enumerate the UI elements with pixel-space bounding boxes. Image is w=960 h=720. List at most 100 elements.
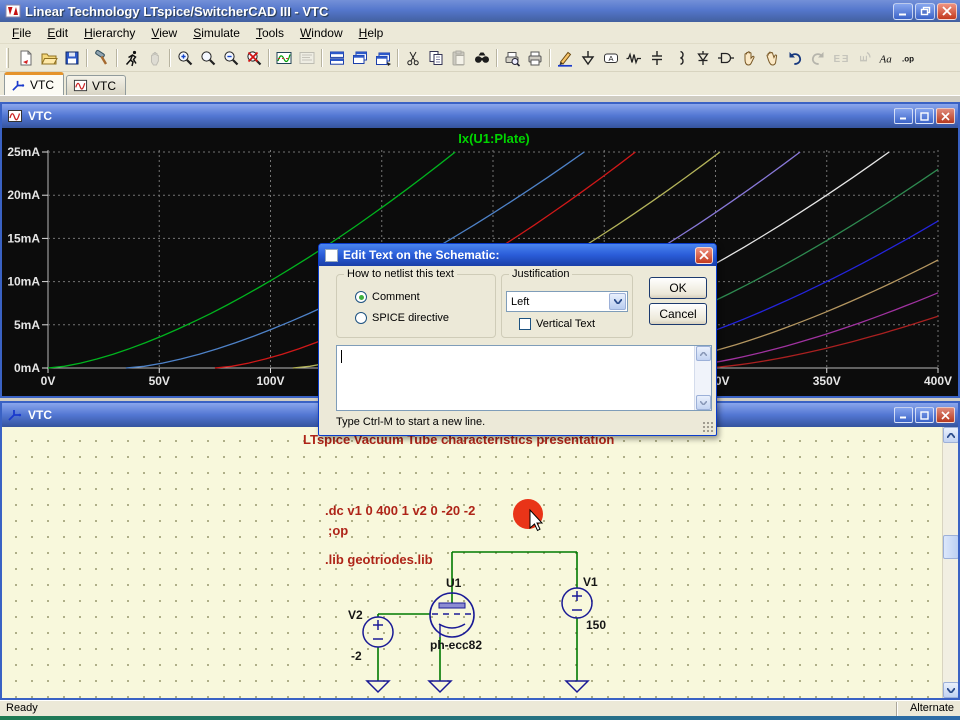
u1-ref-label[interactable]: U1 (446, 576, 462, 590)
ltspice-logo-icon (5, 3, 21, 19)
cancel-button[interactable]: Cancel (649, 303, 707, 325)
place-resistor-button[interactable] (622, 47, 645, 69)
place-inductor-button[interactable] (668, 47, 691, 69)
schematic-maximize-button[interactable] (915, 407, 934, 423)
tab-waveform-vtc[interactable]: VTC (66, 75, 126, 95)
tab-schematic-vtc[interactable]: VTC (4, 72, 64, 95)
vertical-text-checkbox[interactable]: Vertical Text (519, 318, 595, 330)
menu-item-file[interactable]: File (4, 24, 39, 42)
schematic-canvas[interactable]: LTspice Vacuum Tube characteristics pres… (2, 427, 942, 698)
menu-item-simulate[interactable]: Simulate (185, 24, 248, 42)
u1-value-label[interactable]: ph-ecc82 (430, 638, 482, 652)
spice-directive-icon: .op (902, 54, 914, 63)
minimize-button[interactable] (893, 2, 913, 20)
textarea-scrollbar[interactable] (694, 346, 711, 410)
toolbar-grip[interactable] (6, 47, 9, 68)
v2-value-label[interactable]: -2 (351, 649, 362, 663)
place-diode-button[interactable] (691, 47, 714, 69)
zoom-in-button[interactable] (173, 47, 196, 69)
waveform-pane-button[interactable] (272, 47, 295, 69)
arrange-windows-button[interactable] (371, 47, 394, 69)
cascade-windows-button[interactable] (348, 47, 371, 69)
vertical-text-box[interactable] (519, 318, 531, 330)
dialog-close-button[interactable] (695, 246, 713, 264)
place-capacitor-button[interactable] (645, 47, 668, 69)
menu-item-view[interactable]: View (143, 24, 185, 42)
cut-button[interactable] (401, 47, 424, 69)
close-button[interactable] (937, 2, 957, 20)
drag-button[interactable] (760, 47, 783, 69)
status-bar: Ready Alternate (0, 700, 960, 716)
waveform-close-button[interactable] (936, 108, 955, 124)
textarea-scroll-down[interactable] (696, 395, 711, 410)
find-button[interactable] (470, 47, 493, 69)
schematic-minimize-button[interactable] (894, 407, 913, 423)
voltage-source-v1-symbol[interactable] (561, 587, 593, 619)
justification-group-label: Justification (509, 268, 573, 280)
save-button[interactable] (60, 47, 83, 69)
move-button[interactable] (737, 47, 760, 69)
op-comment[interactable]: ;op (328, 523, 348, 538)
scrollbar-thumb[interactable] (943, 535, 958, 559)
waveform-window-title-bar[interactable]: VTC (2, 104, 958, 128)
textarea-scroll-up[interactable] (696, 346, 711, 361)
place-text-button[interactable]: Aa (875, 47, 898, 69)
scroll-down-button[interactable] (943, 682, 958, 698)
v1-ref-label[interactable]: V1 (583, 575, 598, 589)
tile-windows-button[interactable] (325, 47, 348, 69)
print-preview-button[interactable] (500, 47, 523, 69)
dialog-title-bar[interactable]: Edit Text on the Schematic: (319, 244, 716, 266)
place-component-icon (717, 52, 734, 63)
resize-grip[interactable] (702, 421, 714, 433)
radio-spice-directive[interactable]: SPICE directive (355, 312, 449, 324)
draw-wire-button[interactable] (553, 47, 576, 69)
copy-button[interactable] (424, 47, 447, 69)
zoom-back-button[interactable] (196, 47, 219, 69)
netlist-pane-button (295, 47, 318, 69)
radio-comment[interactable]: Comment (355, 291, 420, 303)
open-button[interactable] (37, 47, 60, 69)
print-button[interactable] (523, 47, 546, 69)
waveform-minimize-button[interactable] (894, 108, 913, 124)
window-title: Linear Technology LTspice/SwitcherCAD II… (25, 3, 329, 19)
schematic-vertical-scrollbar[interactable] (942, 427, 958, 698)
run-button[interactable] (120, 47, 143, 69)
radio-spice-circle[interactable] (355, 312, 367, 324)
ground-symbols[interactable] (365, 680, 590, 694)
control-panel-button[interactable] (90, 47, 113, 69)
place-ground-button[interactable] (576, 47, 599, 69)
chevron-down-icon[interactable] (609, 293, 626, 310)
place-label-button[interactable]: A (599, 47, 622, 69)
scroll-up-button[interactable] (943, 427, 958, 443)
toolbar-separator (166, 47, 173, 69)
y-tick-label: 5mA (14, 318, 40, 332)
new-schematic-button[interactable] (14, 47, 37, 69)
mirror-button: EE (829, 47, 852, 69)
schematic-client: LTspice Vacuum Tube characteristics pres… (2, 427, 958, 698)
menu-item-tools[interactable]: Tools (248, 24, 292, 42)
v1-value-label[interactable]: 150 (586, 618, 606, 632)
v2-ref-label[interactable]: V2 (348, 608, 363, 622)
zoom-out-button[interactable] (219, 47, 242, 69)
menu-item-help[interactable]: Help (351, 24, 392, 42)
menu-item-hierarchy[interactable]: Hierarchy (76, 24, 143, 42)
restore-button[interactable] (915, 2, 935, 20)
justification-dropdown[interactable]: Left (506, 291, 628, 312)
schematic-close-button[interactable] (936, 407, 955, 423)
undo-button[interactable] (783, 47, 806, 69)
radio-comment-circle[interactable] (355, 291, 367, 303)
menu-item-edit[interactable]: Edit (39, 24, 76, 42)
zoom-fit-button[interactable] (242, 47, 265, 69)
waveform-maximize-button[interactable] (915, 108, 934, 124)
voltage-source-v2-symbol[interactable] (362, 616, 394, 648)
place-capacitor-icon (651, 50, 662, 65)
schematic-text-input[interactable] (336, 345, 712, 411)
main-title-bar[interactable]: Linear Technology LTspice/SwitcherCAD II… (0, 0, 960, 22)
spice-directive-button[interactable]: .op (898, 47, 921, 69)
redo-icon (811, 51, 823, 65)
ok-button[interactable]: OK (649, 277, 707, 299)
menu-item-window[interactable]: Window (292, 24, 351, 42)
place-component-button[interactable] (714, 47, 737, 69)
lib-directive[interactable]: .lib geotriodes.lib (325, 552, 433, 567)
dc-sweep-directive[interactable]: .dc v1 0 400 1 v2 0 -20 -2 (325, 503, 475, 518)
